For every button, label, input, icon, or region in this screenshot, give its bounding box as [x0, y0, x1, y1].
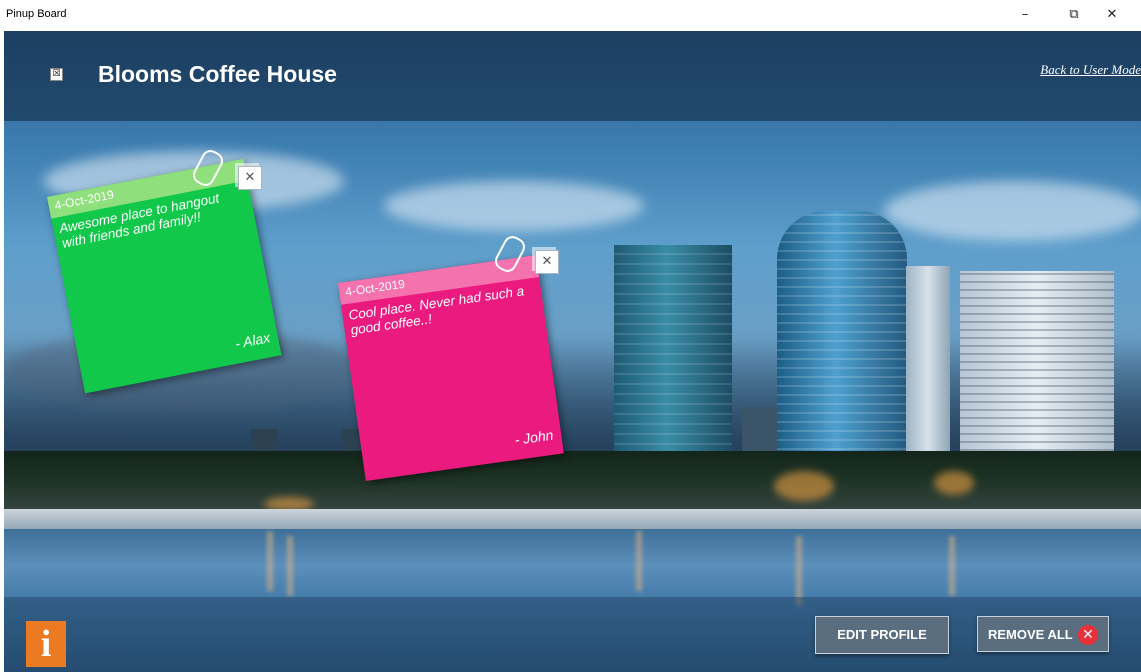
- app-title: Pinup Board: [6, 8, 67, 20]
- edit-profile-label: EDIT PROFILE: [837, 627, 927, 642]
- note-author: - Alax: [233, 329, 272, 352]
- board-header: ☒ Blooms Coffee House Back to User Mode: [4, 31, 1141, 121]
- window-titlebar: Pinup Board – ⧉ ✕: [0, 0, 1141, 31]
- close-board-icon[interactable]: ☒: [50, 68, 63, 81]
- delete-note-icon[interactable]: ✕: [238, 166, 262, 190]
- minimize-icon[interactable]: –: [1010, 4, 1040, 26]
- board-footer: i EDIT PROFILE REMOVE ALL ✕: [4, 597, 1141, 672]
- remove-all-button[interactable]: REMOVE ALL ✕: [977, 616, 1109, 652]
- delete-note-icon[interactable]: ✕: [535, 250, 559, 274]
- back-to-user-mode-link[interactable]: Back to User Mode: [1040, 62, 1141, 78]
- board-title: Blooms Coffee House: [98, 61, 337, 87]
- note-date: 4-Oct-2019: [344, 276, 406, 299]
- remove-all-label: REMOVE ALL: [988, 627, 1073, 642]
- remove-icon: ✕: [1078, 625, 1098, 645]
- sticky-note[interactable]: 4-Oct-2019 Awesome place to hangout with…: [47, 158, 282, 394]
- note-author: - John: [513, 426, 555, 448]
- info-icon[interactable]: i: [26, 621, 66, 667]
- restore-icon[interactable]: ⧉: [1059, 4, 1089, 26]
- sticky-note[interactable]: 4-Oct-2019 Cool place. Never had such a …: [338, 255, 564, 482]
- window-close-icon[interactable]: ✕: [1097, 4, 1127, 26]
- edit-profile-button[interactable]: EDIT PROFILE: [815, 616, 949, 654]
